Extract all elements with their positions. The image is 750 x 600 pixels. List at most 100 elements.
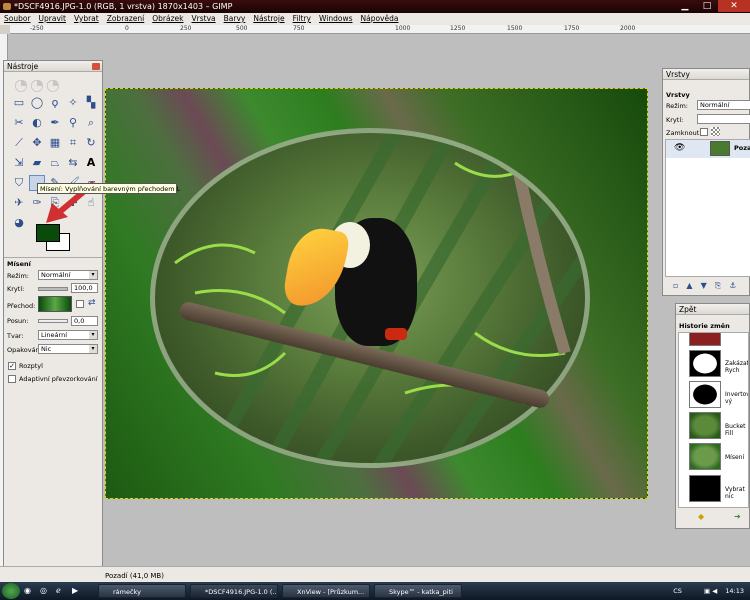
offset-label: Posun: [7,317,29,325]
new-layer-icon[interactable]: ▫ [673,279,678,293]
opacity-slider[interactable] [38,287,68,291]
foreground-select-icon[interactable]: ◐ [29,115,45,131]
history-thumbnail[interactable] [689,381,721,408]
menu-obrazek[interactable]: Obrázek [148,13,187,25]
move-icon[interactable]: ✥ [29,135,45,151]
text-icon[interactable]: A [83,155,99,171]
menu-filtry[interactable]: Filtry [289,13,315,25]
align-icon[interactable]: ▦ [47,135,63,151]
taskbar-item-skype[interactable]: Skype™ - katka_piti [374,584,462,598]
measure-icon[interactable]: ⟋ [11,135,27,151]
taskbar-item-xnview[interactable]: XnView - [Průzkum... [282,584,370,598]
paths-icon[interactable]: ✒ [47,115,63,131]
taskbar-item-gimp[interactable]: *DSCF4916.JPG-1.0 (... [190,584,278,598]
menu-barvy[interactable]: Barvy [220,13,250,25]
layers-opacity-label: Krytí: [666,116,684,124]
shape-select[interactable]: Lineární ▾ [38,330,98,340]
maximize-icon[interactable]: □ [696,0,718,12]
layers-tab[interactable]: Vrstvy [666,91,690,99]
anchor-layer-icon[interactable]: ⚓ [729,279,736,293]
bucket-fill-icon[interactable]: ⛉ [11,175,27,191]
raise-layer-icon[interactable]: ▲ [686,279,692,293]
history-thumbnail[interactable] [689,350,721,377]
foreground-color-swatch[interactable] [36,224,60,242]
reverse-gradient-checkbox[interactable] [76,300,84,308]
history-item[interactable]: Mísení [725,454,744,461]
lock-alpha-checkbox[interactable] [700,128,708,136]
menu-vybrat[interactable]: Vybrat [70,13,103,25]
history-item[interactable]: Bucket Fill [725,423,748,437]
history-thumbnail[interactable] [689,443,721,470]
adaptive-supersampling-label: Adaptivní převzorkování [19,375,98,383]
history-thumbnail[interactable] [689,475,721,502]
ie-icon[interactable]: ℯ [56,586,61,595]
taskbar-item-ramecky[interactable]: rámečky [98,584,186,598]
lower-layer-icon[interactable]: ▼ [701,279,707,293]
rotate-icon[interactable]: ↻ [83,135,99,151]
dodge-burn-icon[interactable]: ◕ [11,215,27,231]
dither-checkbox[interactable]: ✓ [8,362,16,370]
menu-windows[interactable]: Windows [315,13,356,25]
media-icon[interactable]: ▶ [72,586,78,595]
airbrush-icon[interactable]: ✈ [11,195,27,211]
history-item[interactable]: Invertovat vý [725,391,748,405]
scale-icon[interactable]: ⇲ [11,155,27,171]
toolbox-panel: Nástroje ◔◔◔ ▭ ◯ ϙ ✧ ▚ ✂ ◐ ✒ ⚲ ⌕ ⟋ ✥ ▦ ⌗… [3,60,103,584]
minimize-icon[interactable]: ▁ [674,0,696,12]
language-indicator[interactable]: CS [673,587,682,595]
redo-icon[interactable]: ➜ [734,512,741,521]
rect-select-icon[interactable]: ▭ [11,95,27,111]
close-icon[interactable]: ✕ [718,0,750,12]
gradient-preview[interactable] [38,296,72,312]
offset-slider[interactable] [38,319,68,323]
close-icon[interactable] [92,63,100,70]
lock-label: Zamknout: [666,129,702,137]
volume-icon[interactable]: ◀ [712,587,717,595]
zoom-icon[interactable]: ⌕ [83,115,99,131]
adaptive-supersampling-checkbox[interactable] [8,375,16,383]
scissors-icon[interactable]: ✂ [11,115,27,131]
layers-opacity-slider[interactable] [697,114,750,124]
menu-soubor[interactable]: Soubor [0,13,35,25]
firefox-icon[interactable]: ◎ [40,586,47,595]
perspective-icon[interactable]: ⏢ [47,155,63,171]
repeat-value: Nic [41,345,52,353]
color-select-icon[interactable]: ▚ [83,95,99,111]
crop-icon[interactable]: ⌗ [65,135,81,151]
layers-mode-value: Normální [700,101,730,109]
eye-icon[interactable]: 👁 [674,143,685,153]
layer-row[interactable]: 👁 Pozadí [666,140,750,158]
horizontal-ruler[interactable]: -250 0 250 500 750 1000 1250 1500 1750 2… [10,25,750,34]
menu-upravit[interactable]: Upravit [35,13,70,25]
toucan-undertail [385,328,407,340]
repeat-select[interactable]: Nic ▾ [38,344,98,354]
chevron-down-icon: ▾ [89,345,97,353]
lasso-icon[interactable]: ϙ [47,95,63,111]
ink-icon[interactable]: ✑ [29,195,45,211]
history-item[interactable]: Vybrat nic [725,486,748,500]
color-picker-icon[interactable]: ⚲ [65,115,81,131]
menu-zobrazeni[interactable]: Zobrazení [103,13,149,25]
shear-icon[interactable]: ▰ [29,155,45,171]
network-icon[interactable]: ▣ [704,587,710,595]
opacity-spinbox[interactable]: 100,0 [71,283,98,293]
start-button[interactable] [2,583,20,599]
mode-select[interactable]: Normální ▾ [38,270,98,280]
menu-vrstva[interactable]: Vrstva [188,13,220,25]
flip-icon[interactable]: ⇆ [65,155,81,171]
layers-mode-select[interactable]: Normální [697,100,750,110]
menu-napoveda[interactable]: Nápověda [356,13,402,25]
ellipse-select-icon[interactable]: ◯ [29,95,45,111]
history-thumbnail[interactable] [689,412,721,439]
wilber-logo: ◔◔◔ [14,75,62,94]
undo-icon[interactable]: ◆ [698,512,704,521]
menu-nastroje[interactable]: Nástroje [249,13,288,25]
clock[interactable]: 14:13 [725,587,744,595]
quicklaunch-icon[interactable]: ◉ [24,586,31,595]
reverse-arrows-icon[interactable]: ⇄ [88,298,96,308]
offset-spinbox[interactable]: 0,0 [71,316,98,326]
tool-options: Mísení Režim: Normální ▾ Krytí: 100,0 Př… [4,257,102,583]
fuzzy-select-icon[interactable]: ✧ [65,95,81,111]
history-item[interactable]: Zakázat Rych [725,360,748,374]
duplicate-layer-icon[interactable]: ⎘ [715,279,721,293]
